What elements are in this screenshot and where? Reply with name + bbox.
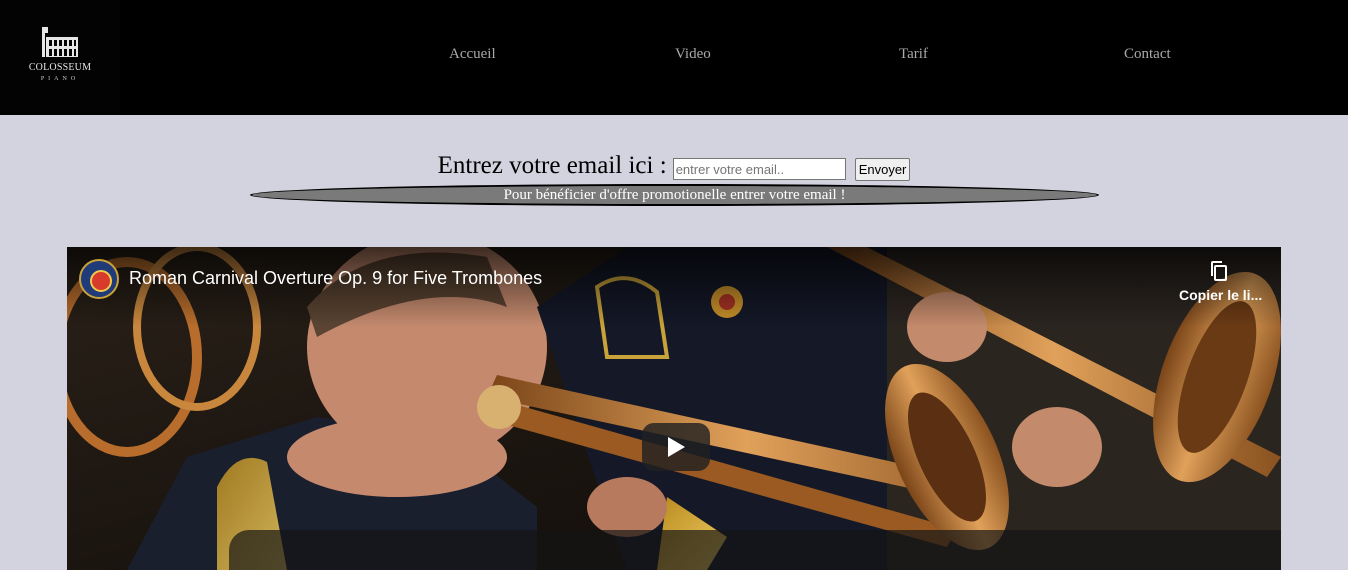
email-label: Entrez votre email ici : [437, 152, 667, 179]
video-player[interactable]: Roman Carnival Overture Op. 9 for Five T… [67, 247, 1281, 570]
copy-icon [1211, 261, 1227, 281]
logo-subtitle: PIANO [40, 76, 80, 82]
colosseum-icon [42, 27, 78, 57]
logo[interactable]: COLOSSEUM PIANO [0, 0, 120, 115]
play-button[interactable] [642, 423, 710, 471]
copy-link-label: Copier le li... [1179, 287, 1263, 303]
send-button[interactable]: Envoyer [854, 157, 911, 181]
video-title[interactable]: Roman Carnival Overture Op. 9 for Five T… [129, 268, 542, 289]
newsletter-form: Entrez votre email ici : Envoyer [0, 150, 1348, 182]
nav-accueil[interactable]: Accueil [449, 46, 496, 63]
video-controls-bar [229, 530, 1281, 570]
email-input[interactable] [672, 158, 846, 180]
nav-contact[interactable]: Contact [1124, 46, 1171, 63]
header: COLOSSEUM PIANO Accueil Video Tarif Cont… [0, 0, 1348, 115]
promo-banner: Pour bénéficier d'offre promotionelle en… [250, 184, 1099, 206]
channel-logo-icon[interactable] [79, 259, 119, 299]
play-icon [668, 437, 685, 457]
nav-video[interactable]: Video [675, 46, 711, 63]
nav-tarif[interactable]: Tarif [899, 46, 928, 63]
logo-name: COLOSSEUM [28, 62, 92, 73]
copy-link-button[interactable]: Copier le li... [1179, 259, 1263, 303]
